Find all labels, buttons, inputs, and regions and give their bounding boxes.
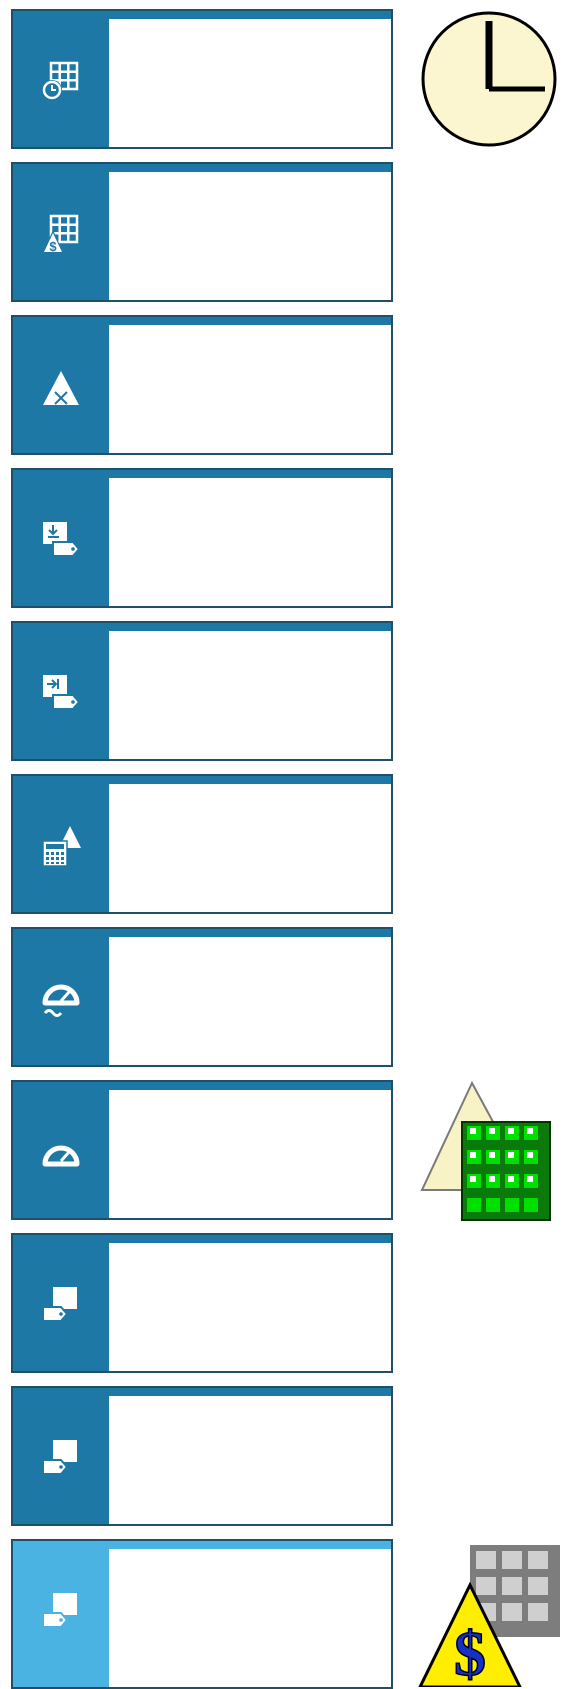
tile-5-body bbox=[109, 631, 391, 759]
tile-3[interactable] bbox=[11, 315, 393, 455]
tile-2-body bbox=[109, 172, 391, 300]
tile-10-topbar bbox=[109, 1388, 391, 1396]
tile-5-topbar bbox=[109, 623, 391, 631]
tile-10[interactable] bbox=[11, 1386, 393, 1526]
calendar-grid-clock-icon bbox=[42, 61, 79, 100]
document-tag-icon bbox=[42, 1287, 77, 1322]
tile-6[interactable] bbox=[11, 774, 393, 914]
document-tag-icon bbox=[42, 1440, 77, 1475]
tile-4-topbar bbox=[109, 470, 391, 478]
dollar-triangle-grid-icon: $ bbox=[418, 1545, 560, 1687]
tile-8[interactable] bbox=[11, 1080, 393, 1220]
calculator-triangle-icon bbox=[42, 826, 81, 867]
triangle-x-icon bbox=[43, 371, 79, 405]
tile-11-topbar bbox=[109, 1541, 391, 1549]
tile-10-body bbox=[109, 1396, 391, 1524]
tile-1-topbar bbox=[109, 11, 391, 19]
tile-9[interactable] bbox=[11, 1233, 393, 1373]
tile-11-selected[interactable] bbox=[11, 1539, 393, 1689]
svg-text:$: $ bbox=[454, 1618, 486, 1687]
tile-4-body bbox=[109, 478, 391, 606]
document-import-tag-icon bbox=[43, 522, 81, 557]
gauge-icon bbox=[42, 1145, 80, 1167]
clock-icon bbox=[421, 11, 557, 147]
gauge-wave-icon bbox=[42, 984, 80, 1017]
tile-1-body bbox=[109, 19, 391, 147]
calendar-grid-dollar-icon: $ bbox=[42, 214, 79, 254]
tile-5[interactable] bbox=[11, 621, 393, 761]
tile-2[interactable]: $ bbox=[11, 162, 393, 302]
document-tag-icon bbox=[42, 1593, 77, 1628]
tile-7-topbar bbox=[109, 929, 391, 937]
tile-8-body bbox=[109, 1090, 391, 1218]
tile-7-body bbox=[109, 937, 391, 1065]
tile-6-topbar bbox=[109, 776, 391, 784]
svg-text:$: $ bbox=[49, 239, 57, 254]
tile-9-body bbox=[109, 1243, 391, 1371]
document-arrow-tag-icon bbox=[43, 675, 81, 710]
tile-3-body bbox=[109, 325, 391, 453]
triangle-green-grid-icon bbox=[420, 1080, 551, 1221]
tile-11-body bbox=[109, 1549, 391, 1687]
tile-2-topbar bbox=[109, 164, 391, 172]
tile-1[interactable] bbox=[11, 9, 393, 149]
tile-9-topbar bbox=[109, 1235, 391, 1243]
tile-4[interactable] bbox=[11, 468, 393, 608]
tile-8-topbar bbox=[109, 1082, 391, 1090]
tile-7[interactable] bbox=[11, 927, 393, 1067]
tile-3-topbar bbox=[109, 317, 391, 325]
tile-6-body bbox=[109, 784, 391, 912]
